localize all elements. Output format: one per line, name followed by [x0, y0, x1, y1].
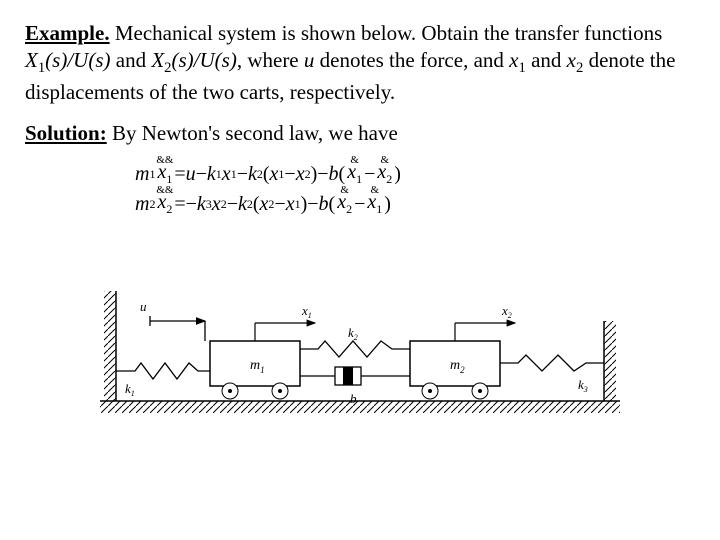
diag-b: b — [350, 391, 357, 406]
diag-k1-sub: 1 — [131, 389, 135, 398]
eq2-lp2: ( — [329, 193, 336, 216]
diag-m2-sub: 2 — [460, 365, 465, 375]
eq2-xd2: &x2 — [337, 191, 352, 217]
eq1-k1: k — [207, 163, 216, 186]
eq2-lp1: ( — [253, 193, 260, 216]
eq2-k2: k — [238, 193, 247, 216]
diagram-svg: m1 m2 k1 k2 b k3 u x1 x2 — [80, 231, 640, 431]
solution-text: By Newton's second law, we have — [107, 121, 398, 145]
problem-text-1: Mechanical system is shown below. Obtain… — [110, 21, 663, 45]
eq2-b: b — [319, 193, 329, 216]
eq1-eq: = — [174, 163, 185, 186]
eq2-k3: k — [197, 193, 206, 216]
svg-text:k1: k1 — [125, 381, 135, 398]
andx-text: and — [526, 48, 567, 72]
svg-text:x1: x1 — [301, 303, 312, 320]
eq1-m: m — [135, 163, 149, 186]
x2-var: x — [567, 48, 576, 72]
equation-2: m2 &&x2 = − k3 x2 − k2 ( x2 − x1 ) − b (… — [135, 191, 695, 217]
eq2-min3: − — [307, 193, 318, 216]
svg-text:k2: k2 — [348, 325, 358, 342]
diag-m1-sub: 1 — [260, 365, 265, 375]
eq1-u: u — [186, 163, 196, 186]
denotes-text: denotes the force, and — [314, 48, 509, 72]
eq1-min1: − — [196, 163, 207, 186]
equation-1: m1 &&x1 = u − k1 x1 − k2 ( x1 − x2 ) − b… — [135, 161, 695, 187]
eq1-min3: − — [284, 163, 295, 186]
svg-text:k3: k3 — [578, 377, 588, 394]
eq2-eq: = — [174, 193, 185, 216]
diag-u: u — [140, 299, 147, 314]
eq1-rp2: ) — [394, 163, 401, 186]
eq2-min2: − — [274, 193, 285, 216]
eq2-min4: − — [354, 193, 365, 216]
eq2-m: m — [135, 193, 149, 216]
eq1-k2: k — [248, 163, 257, 186]
eq1-xd2: &x2 — [377, 161, 392, 187]
eq2-m-sub: 2 — [149, 197, 155, 212]
equations-block: m1 &&x1 = u − k1 x1 − k2 ( x1 − x2 ) − b… — [25, 161, 695, 217]
eq1-x1: x — [222, 163, 231, 186]
eq1-min4: − — [317, 163, 328, 186]
eq2-rp2: ) — [384, 193, 391, 216]
tf2-x: X — [151, 48, 164, 72]
eq1-lp1: ( — [263, 163, 270, 186]
eq2-neg: − — [186, 193, 197, 216]
diag-m2: m — [450, 358, 460, 373]
tf2-rest: (s)/U(s) — [172, 48, 237, 72]
eq1-min2: − — [237, 163, 248, 186]
solution-label: Solution: — [25, 121, 107, 145]
eq1-lp2: ( — [339, 163, 346, 186]
diag-x2-sub: 2 — [508, 311, 512, 320]
eq2-xd1: &x1 — [367, 191, 382, 217]
eq1-min5: − — [364, 163, 375, 186]
diag-x1-sub: 1 — [308, 311, 312, 320]
eq1-px1: x — [270, 163, 279, 186]
eq2-px1: x — [286, 193, 295, 216]
and-text: and — [111, 48, 152, 72]
diag-m1: m — [250, 358, 260, 373]
eq2-px2: x — [260, 193, 269, 216]
tf2-sub: 2 — [164, 60, 171, 76]
solution-heading: Solution: By Newton's second law, we hav… — [25, 120, 695, 147]
where-text: , where — [237, 48, 304, 72]
tf1-x: X — [25, 48, 38, 72]
example-label: Example. — [25, 21, 110, 45]
svg-text:x2: x2 — [501, 303, 512, 320]
eq1-m-sub: 1 — [149, 167, 155, 182]
mechanical-diagram: m1 m2 k1 k2 b k3 u x1 x2 — [80, 231, 640, 431]
eq1-b: b — [329, 163, 339, 186]
eq1-xd1: &x1 — [347, 161, 362, 187]
eq2-xdd2: &&x2 — [157, 191, 172, 217]
eq1-px2: x — [296, 163, 305, 186]
problem-statement: Example. Mechanical system is shown belo… — [25, 20, 695, 106]
diag-k2-sub: 2 — [354, 333, 358, 342]
eq2-min1: − — [227, 193, 238, 216]
tf1-rest: (s)/U(s) — [45, 48, 110, 72]
eq2-rp1: ) — [301, 193, 308, 216]
u-var: u — [304, 48, 315, 72]
x1-sub: 1 — [518, 60, 525, 76]
diag-k3-sub: 3 — [583, 385, 588, 394]
eq2-x2: x — [212, 193, 221, 216]
eq1-rp1: ) — [311, 163, 318, 186]
